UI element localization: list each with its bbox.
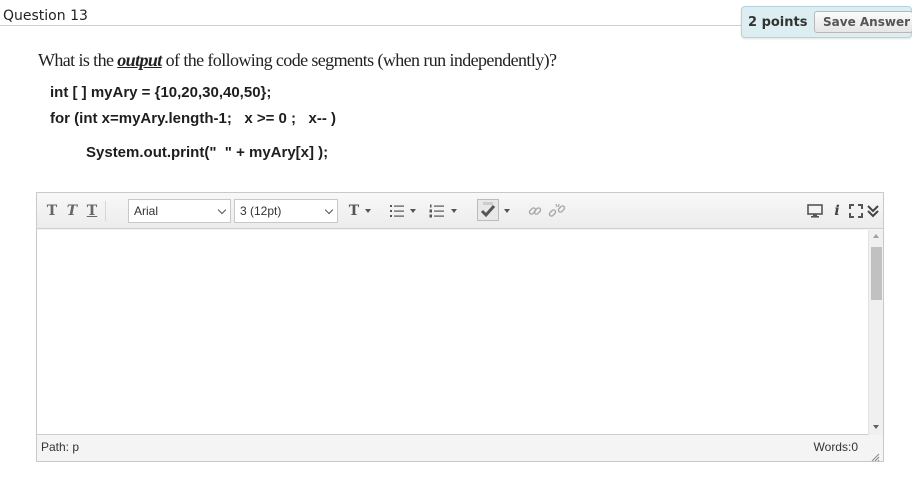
code-line-2: for (int x=myAry.length-1; x >= 0 ; x-- … [50, 110, 337, 127]
caret-down-icon[interactable] [504, 209, 510, 213]
code-line-1: int [ ] myAry = {10,20,30,40,50}; [50, 84, 272, 101]
numbered-list-icon[interactable] [429, 201, 445, 221]
scroll-down-icon[interactable] [873, 425, 879, 429]
text-color-icon[interactable]: T [347, 201, 361, 221]
text-underline-icon[interactable]: T [85, 201, 99, 221]
preview-icon[interactable] [807, 201, 823, 221]
editor-toolbar: T T T Arial 3 (12pt) T i [37, 193, 883, 229]
save-answer-button[interactable]: Save Answer [814, 11, 912, 33]
path-label: Path: p [41, 440, 80, 454]
font-family-value: Arial [134, 204, 159, 218]
remove-link-icon[interactable] [548, 201, 566, 221]
collapse-toolbar-icon[interactable] [867, 201, 879, 221]
prompt-emphasis: output [117, 50, 162, 70]
caret-down-icon[interactable] [365, 209, 371, 213]
prompt-text-after: of the following code segments (when run… [161, 50, 557, 70]
answer-editor: T T T Arial 3 (12pt) T i Path: p Words:0 [36, 192, 884, 462]
points-label: 2 points [748, 15, 808, 30]
caret-down-icon[interactable] [451, 209, 457, 213]
editor-content-area[interactable] [37, 230, 868, 435]
chevron-down-icon [217, 205, 227, 215]
editor-scrollbar[interactable] [868, 230, 883, 435]
bullet-list-icon[interactable] [389, 201, 405, 221]
question-prompt: What is the output of the following code… [38, 50, 557, 71]
insert-link-icon[interactable] [527, 201, 543, 221]
font-size-value: 3 (12pt) [240, 204, 282, 218]
resize-grip-icon[interactable] [871, 449, 880, 462]
font-size-select[interactable]: 3 (12pt) [234, 199, 338, 223]
question-title: Question 13 [3, 8, 88, 24]
text-italic-icon[interactable]: T [65, 201, 79, 221]
scrollbar-thumb[interactable] [871, 247, 882, 300]
prompt-text-before: What is the [38, 50, 118, 70]
scroll-up-icon[interactable] [873, 234, 879, 238]
text-bold-icon[interactable]: T [45, 201, 59, 221]
points-box: 2 points Save Answer [741, 6, 912, 38]
info-icon[interactable]: i [832, 201, 842, 221]
fullscreen-icon[interactable] [849, 201, 863, 221]
word-count: Words:0 [813, 440, 858, 454]
code-line-3: System.out.print(" " + myAry[x] ); [86, 144, 329, 161]
editor-statusbar: Path: p Words:0 [37, 436, 883, 462]
font-family-select[interactable]: Arial [128, 199, 231, 223]
caret-down-icon[interactable] [410, 209, 416, 213]
toolbar-separator [105, 201, 106, 221]
spellcheck-icon[interactable] [477, 199, 499, 223]
chevron-down-icon [324, 205, 334, 215]
